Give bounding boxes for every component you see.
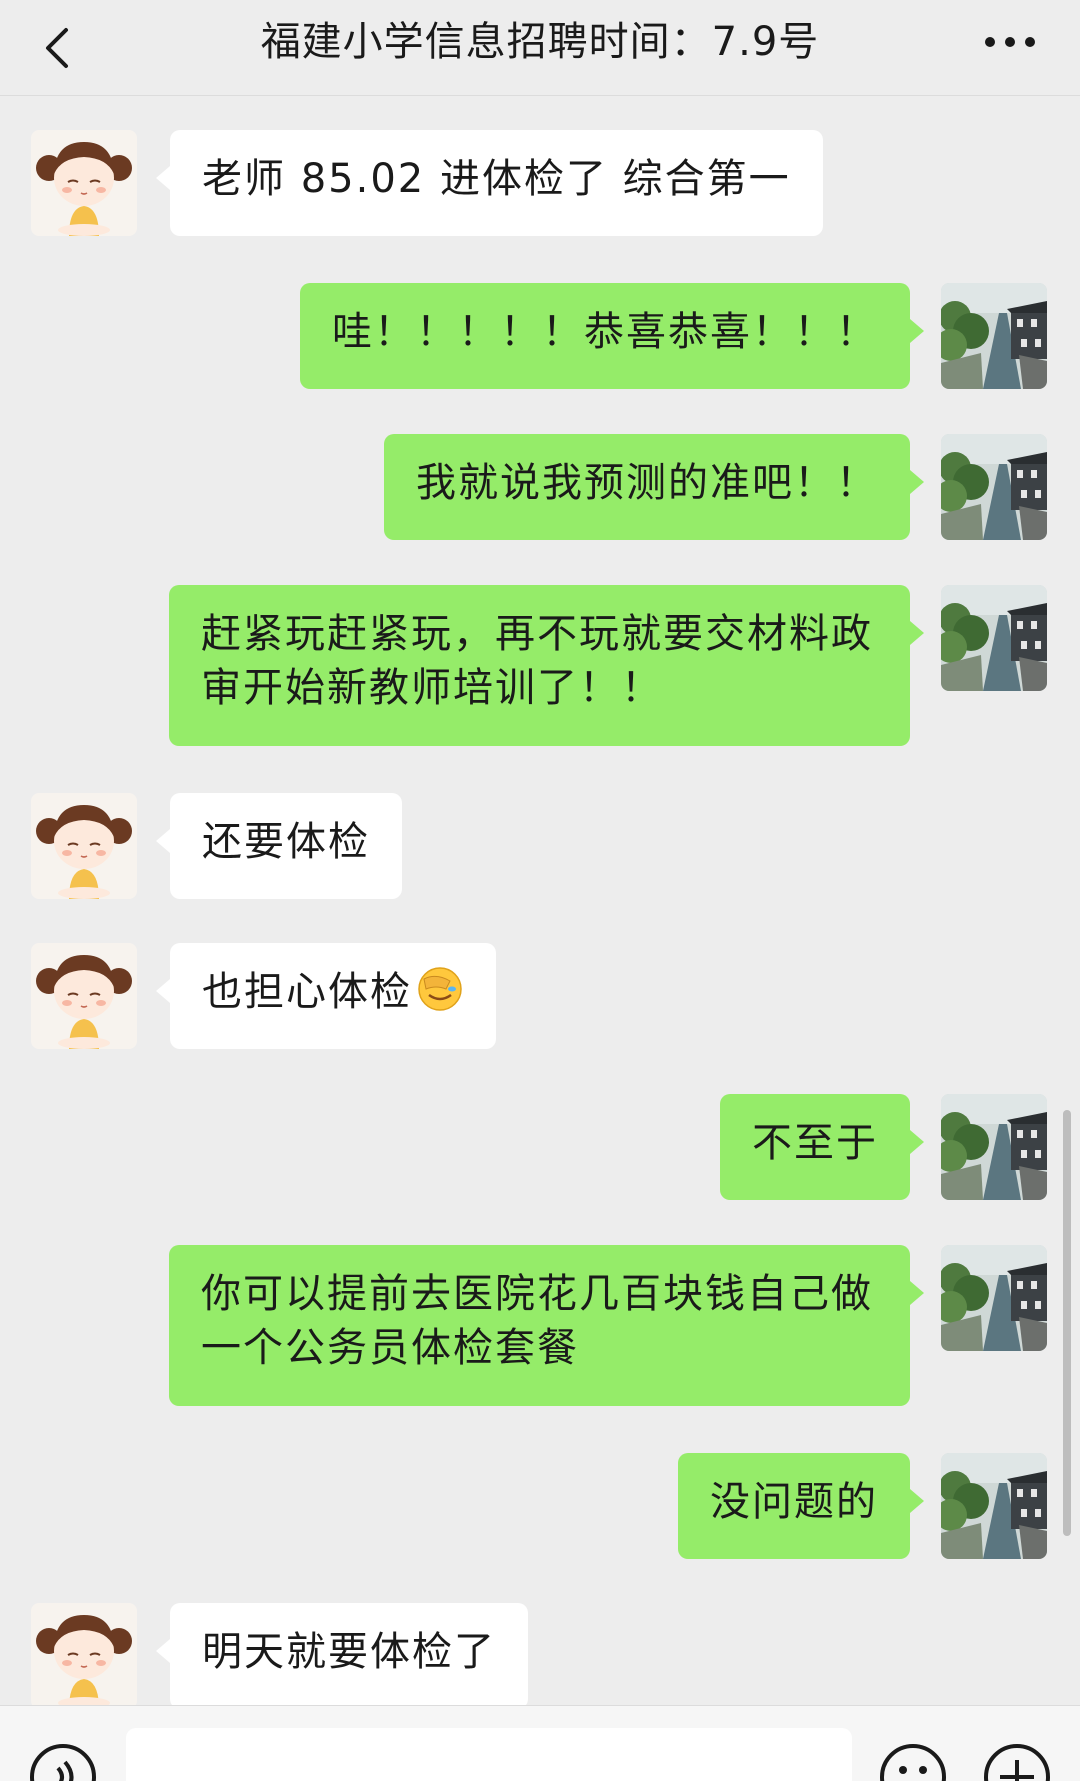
input-bar — [0, 1705, 1080, 1781]
voice-button[interactable] — [28, 1742, 98, 1781]
message-bubble[interactable]: 明天就要体检了 — [156, 1603, 528, 1705]
message-bubble[interactable]: 我就说我预测的准吧！！ — [384, 434, 924, 540]
contact-avatar[interactable] — [31, 943, 137, 1049]
contact-avatar[interactable] — [31, 130, 137, 236]
contact-avatar[interactable] — [31, 1603, 137, 1705]
voice-icon — [30, 1744, 96, 1781]
more-dots-icon — [985, 37, 1035, 47]
my-avatar[interactable] — [941, 1245, 1047, 1351]
my-avatar[interactable] — [941, 283, 1047, 389]
back-button[interactable] — [30, 18, 90, 78]
message-bubble[interactable]: 赶紧玩赶紧玩，再不玩就要交材料政审开始新教师培训了！！ — [169, 585, 924, 746]
chevron-left-icon — [46, 28, 68, 68]
my-avatar[interactable] — [941, 1094, 1047, 1200]
my-avatar[interactable] — [941, 585, 1047, 691]
more-button[interactable] — [980, 22, 1040, 62]
message-text: 也担心体检 — [202, 969, 412, 1015]
message-bubble[interactable]: 没问题的 — [678, 1453, 924, 1559]
emoji-face-icon — [880, 1744, 946, 1781]
my-avatar[interactable] — [941, 1453, 1047, 1559]
plus-button[interactable] — [982, 1742, 1052, 1781]
message-input[interactable] — [126, 1728, 852, 1781]
message-bubble[interactable]: 老师 85.02 进体检了 综合第一 — [156, 130, 823, 236]
message-bubble[interactable]: 还要体检 — [156, 793, 402, 899]
plus-circle-icon — [984, 1744, 1050, 1781]
contact-avatar[interactable] — [31, 793, 137, 899]
scrollbar[interactable] — [1063, 1110, 1071, 1536]
facepalm-emoji-icon — [418, 967, 462, 1011]
message-bubble[interactable]: 不至于 — [720, 1094, 924, 1200]
chat-header: 福建小学信息招聘时间：7.9号 — [0, 0, 1080, 96]
emoji-button[interactable] — [878, 1742, 948, 1781]
message-list[interactable]: 老师 85.02 进体检了 综合第一 哇！！！！！恭喜恭喜！！！ 我就说我预测的… — [0, 97, 1080, 1705]
message-bubble[interactable]: 也担心体检 — [156, 943, 496, 1049]
my-avatar[interactable] — [941, 434, 1047, 540]
message-bubble[interactable]: 你可以提前去医院花几百块钱自己做一个公务员体检套餐 — [169, 1245, 924, 1406]
chat-title: 福建小学信息招聘时间：7.9号 — [260, 19, 820, 65]
message-bubble[interactable]: 哇！！！！！恭喜恭喜！！！ — [300, 283, 924, 389]
